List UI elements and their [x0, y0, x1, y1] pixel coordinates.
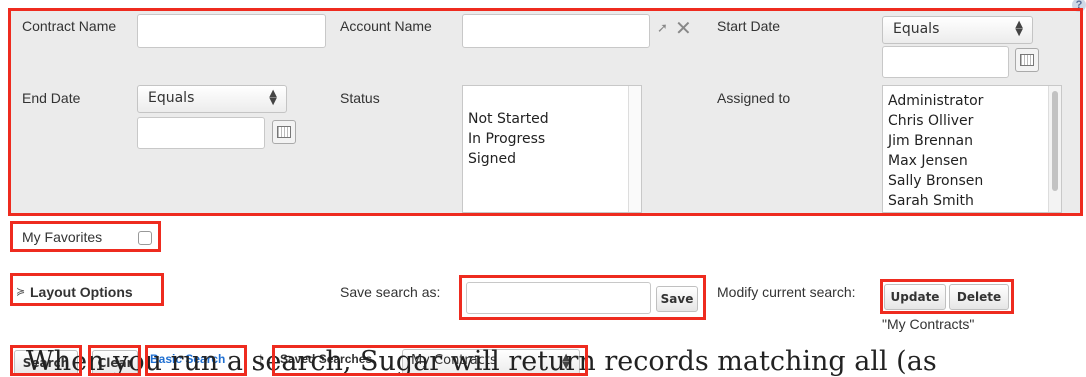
- list-item[interactable]: Max Jensen: [883, 151, 1061, 171]
- scrollbar[interactable]: [1048, 86, 1061, 212]
- account-name-input[interactable]: [462, 14, 650, 48]
- calendar-icon[interactable]: [272, 120, 296, 144]
- clear-x-icon[interactable]: ✕: [675, 16, 692, 41]
- status-multiselect[interactable]: Not Started In Progress Signed: [462, 85, 642, 213]
- status-label: Status: [340, 90, 380, 106]
- contract-name-label: Contract Name: [22, 18, 117, 34]
- scrollbar-thumb[interactable]: [1052, 91, 1058, 191]
- list-item[interactable]: In Progress: [463, 129, 641, 149]
- up-down-arrows-icon: ▲ ▼: [1015, 19, 1023, 38]
- list-item[interactable]: Not Started: [463, 109, 641, 129]
- list-item[interactable]: Jim Brennan: [883, 131, 1061, 151]
- end-date-label: End Date: [22, 90, 81, 106]
- double-chevron-down-icon[interactable]: ≽: [16, 285, 25, 298]
- up-down-arrows-icon: ▲ ▼: [269, 88, 277, 107]
- my-favorites-checkbox[interactable]: [138, 231, 152, 245]
- select-arrow-icon[interactable]: ➚: [657, 20, 668, 36]
- help-icon[interactable]: ?: [1072, 0, 1086, 12]
- end-date-input[interactable]: [137, 117, 265, 149]
- scrollbar[interactable]: [628, 86, 641, 212]
- list-item[interactable]: Administrator: [883, 91, 1061, 111]
- modify-search-label: Modify current search:: [717, 284, 856, 300]
- start-date-operator-value: Equals: [893, 21, 940, 37]
- my-favorites-label: My Favorites: [22, 229, 103, 245]
- end-date-operator-select[interactable]: Equals ▲ ▼: [137, 85, 287, 113]
- contract-name-input[interactable]: [137, 14, 326, 48]
- assigned-to-label: Assigned to: [717, 90, 791, 106]
- save-search-label: Save search as:: [340, 284, 441, 300]
- end-date-operator-value: Equals: [148, 90, 195, 106]
- current-search-name: "My Contracts": [882, 316, 975, 332]
- layout-options-link[interactable]: Layout Options: [30, 284, 133, 300]
- list-item[interactable]: Sarah Smith: [883, 191, 1061, 211]
- save-button[interactable]: Save: [656, 286, 698, 312]
- assigned-to-multiselect[interactable]: Administrator Chris Olliver Jim Brennan …: [882, 85, 1062, 213]
- save-search-input[interactable]: [466, 282, 651, 314]
- delete-button[interactable]: Delete: [949, 284, 1009, 310]
- list-item[interactable]: Signed: [463, 149, 641, 169]
- start-date-operator-select[interactable]: Equals ▲ ▼: [882, 16, 1033, 44]
- calendar-icon[interactable]: [1015, 48, 1039, 72]
- start-date-label: Start Date: [717, 18, 781, 34]
- list-item[interactable]: Chris Olliver: [883, 111, 1061, 131]
- update-button[interactable]: Update: [884, 284, 946, 310]
- caption-text: When you run a search, Sugar will return…: [26, 346, 937, 377]
- account-name-label: Account Name: [340, 18, 432, 34]
- list-item[interactable]: Sally Bronsen: [883, 171, 1061, 191]
- start-date-input[interactable]: [882, 46, 1009, 78]
